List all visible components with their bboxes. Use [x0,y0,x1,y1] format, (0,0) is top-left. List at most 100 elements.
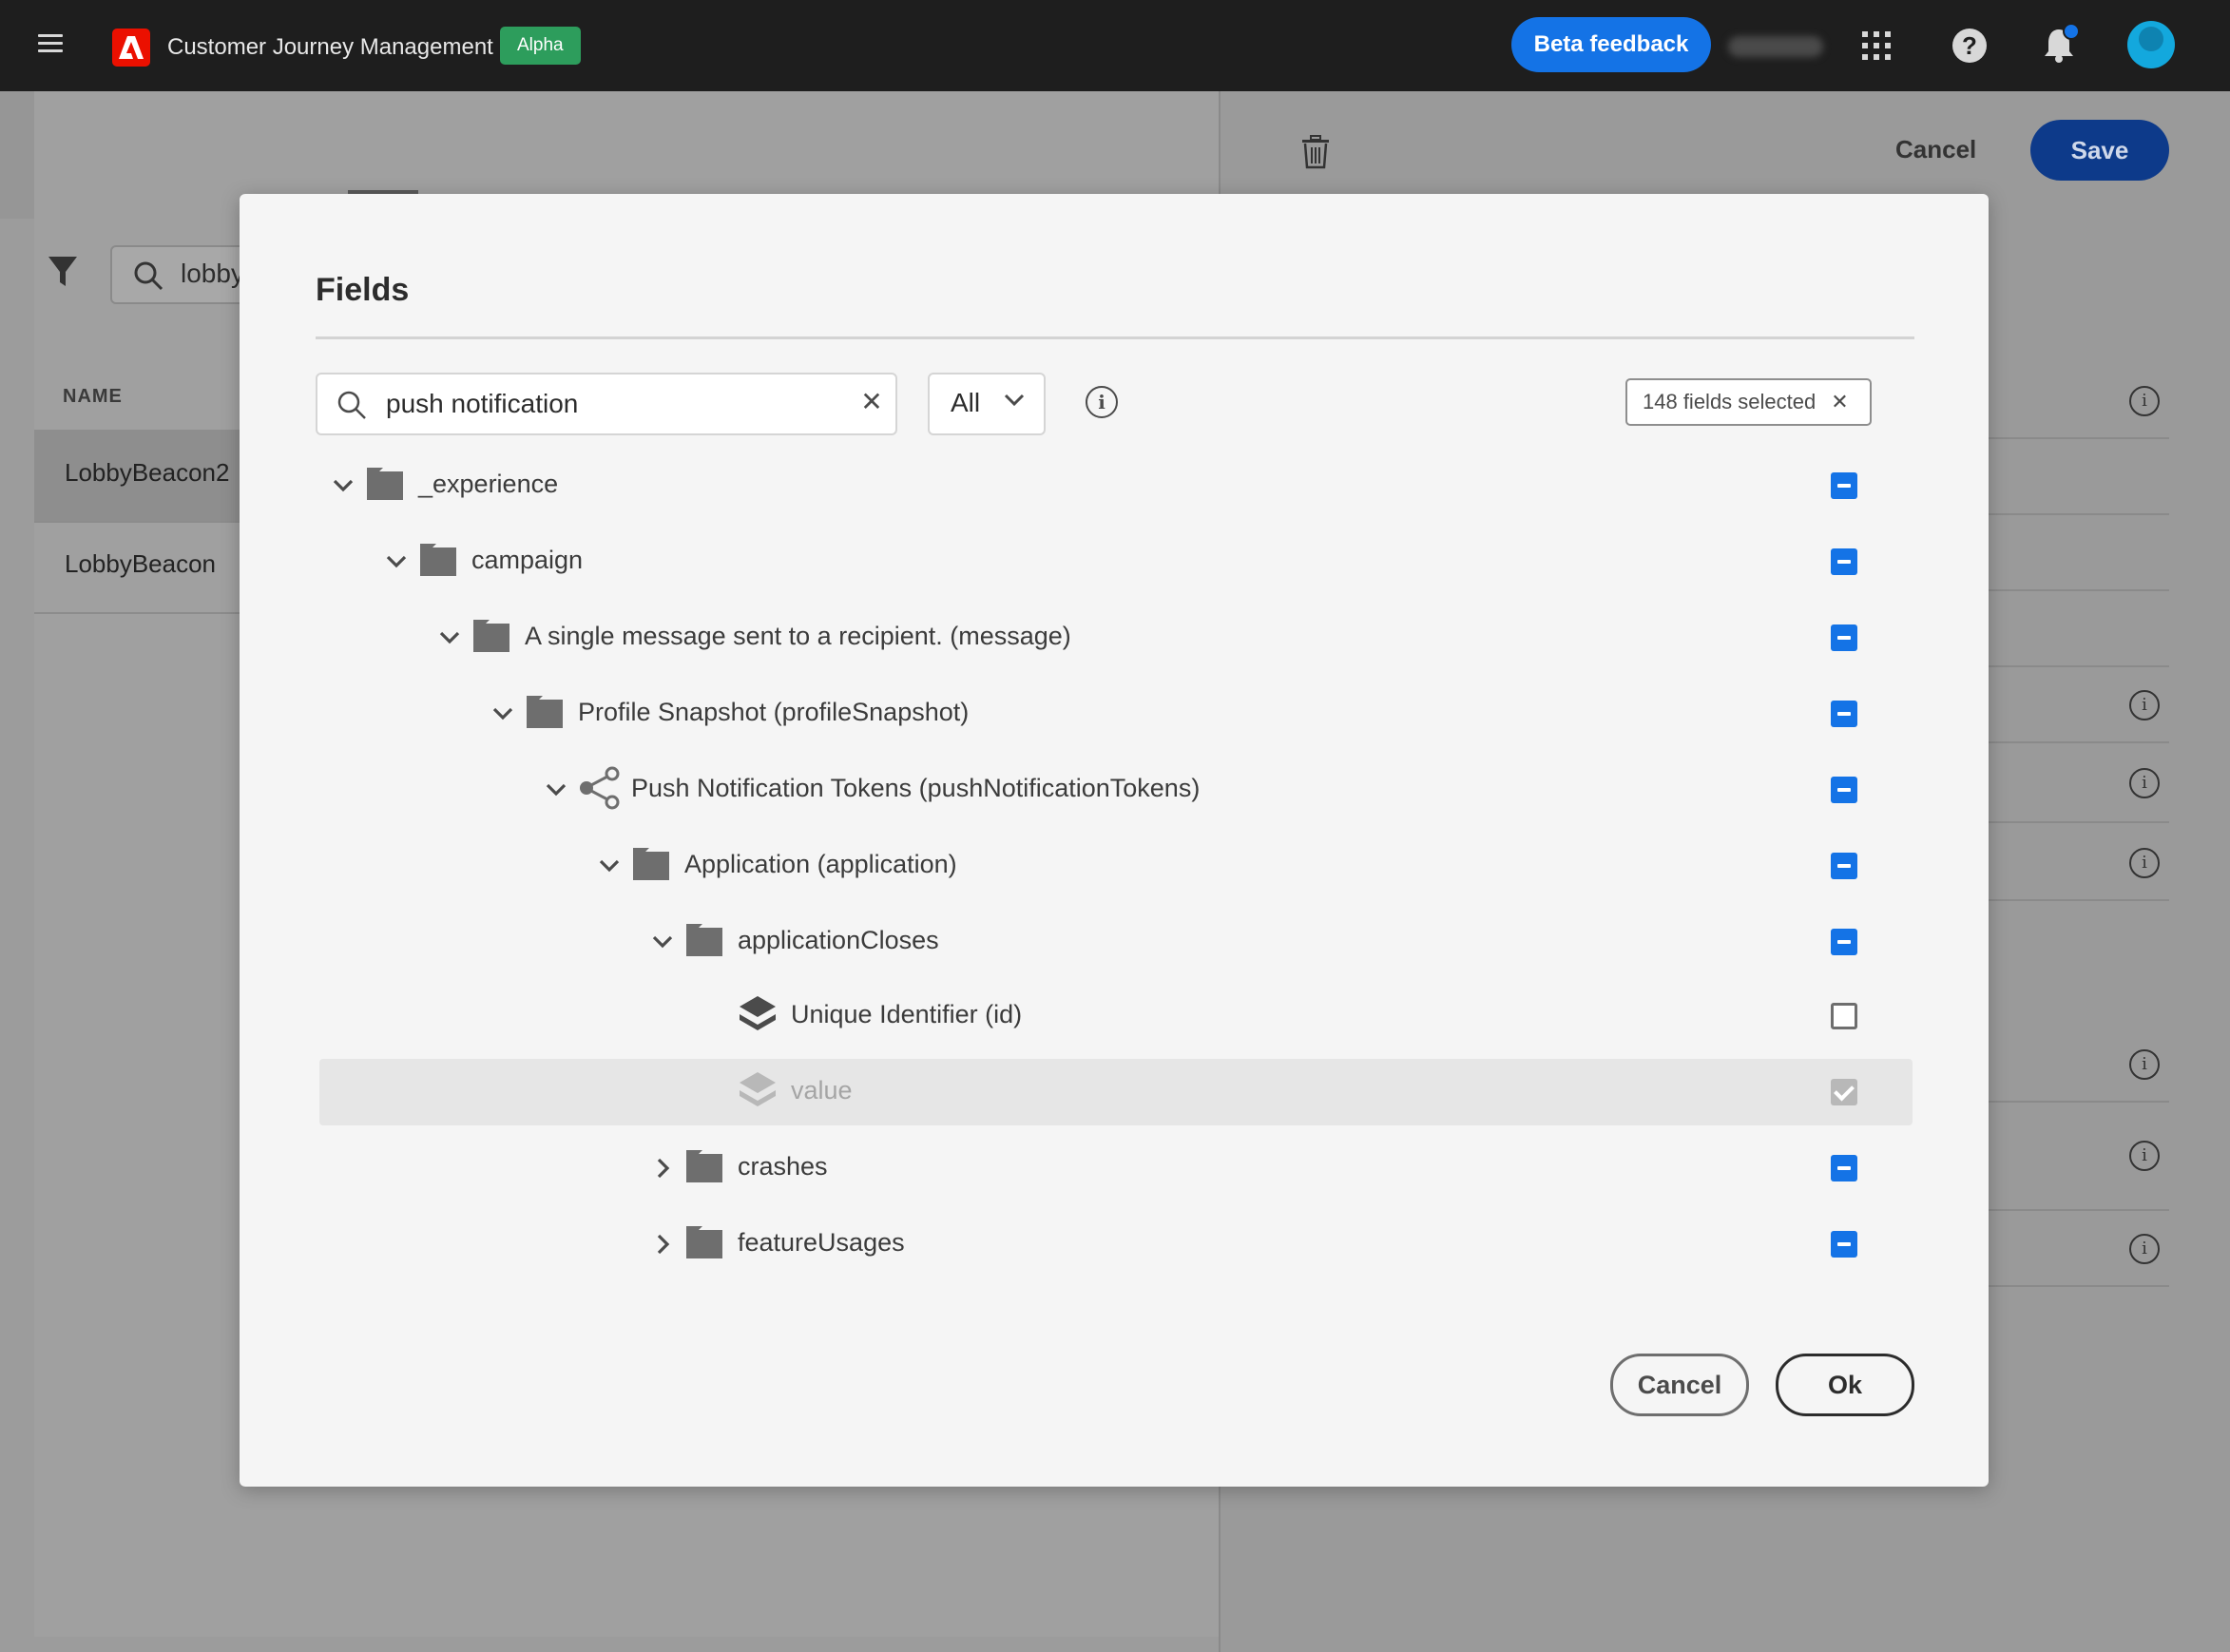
fields-search-input[interactable] [384,386,844,422]
dialog-divider [316,336,1914,339]
field-checkbox[interactable] [1831,624,1857,651]
share-icon [578,766,620,810]
tree-row-label: value [791,1076,853,1105]
info-icon[interactable]: i [2129,1234,2160,1264]
chevron-down-icon[interactable] [544,778,568,802]
tree-row[interactable]: Unique Identifier (id) [319,983,1913,1049]
folder-icon [418,542,458,578]
search-icon [337,391,366,419]
layers-icon [738,1070,778,1106]
tree-row[interactable]: value [319,1059,1913,1125]
divider [1983,513,2169,515]
tree-row-label: Push Notification Tokens (pushNotificati… [631,774,1201,802]
background-save-button[interactable]: Save [2030,120,2169,181]
app-title: Customer Journey Management [167,34,493,60]
field-checkbox[interactable] [1831,929,1857,955]
tree-row[interactable]: A single message sent to a recipient. (m… [319,605,1913,671]
divider [1983,665,2169,667]
clear-search-icon[interactable]: ✕ [857,388,886,416]
hamburger-menu-icon[interactable] [38,34,63,53]
layers-icon [738,994,778,1030]
field-checkbox[interactable] [1831,1003,1857,1029]
field-checkbox[interactable] [1831,1155,1857,1181]
list-item[interactable]: LobbyBeacon2 [34,430,253,523]
background-cancel-button[interactable]: Cancel [1895,135,1976,164]
tree-row[interactable]: Profile Snapshot (profileSnapshot) [319,681,1913,747]
info-icon[interactable]: i [2129,848,2160,878]
top-bar: Customer Journey Management Alpha Beta f… [0,0,2230,91]
field-checkbox[interactable] [1831,548,1857,575]
trash-icon[interactable] [1300,135,1331,169]
search-icon [134,261,163,291]
org-switcher[interactable] [1728,36,1823,57]
field-checkbox[interactable] [1831,472,1857,499]
tree-row[interactable]: campaign [319,528,1913,595]
info-icon[interactable]: i [2129,386,2160,416]
tree-row[interactable]: featureUsages [319,1211,1913,1277]
field-checkbox [1831,1079,1857,1105]
chevron-down-icon[interactable] [597,854,622,878]
info-icon[interactable]: i [2129,1141,2160,1171]
tree-row[interactable]: crashes [319,1135,1913,1201]
chevron-right-icon[interactable] [650,1156,675,1181]
filter-icon[interactable] [48,255,78,289]
apps-grid-icon[interactable] [1861,30,1892,61]
divider [1983,1285,2169,1287]
list-item[interactable]: LobbyBeacon [34,521,253,614]
list-item-label: LobbyBeacon [65,549,217,578]
tree-row-label: _experience [418,470,559,498]
chevron-down-icon[interactable] [384,549,409,574]
list-item-label: LobbyBeacon2 [65,458,230,487]
fields-search-box[interactable]: ✕ [316,373,897,435]
tree-row-label: A single message sent to a recipient. (m… [525,622,1071,650]
dialog-cancel-button[interactable]: Cancel [1610,1354,1749,1416]
divider [1983,741,2169,743]
fields-dialog: Fields ✕ All i 148 fields selected ✕ Canc… [240,194,1989,1487]
info-icon[interactable]: i [2129,690,2160,720]
tree-row-label: Unique Identifier (id) [791,1000,1023,1028]
dialog-title: Fields [316,272,410,308]
field-checkbox[interactable] [1831,1231,1857,1258]
chevron-down-icon[interactable] [490,701,515,726]
folder-icon [684,1224,724,1260]
dialog-ok-button[interactable]: Ok [1776,1354,1914,1416]
tree-row[interactable]: applicationCloses [319,909,1913,975]
folder-icon [684,922,724,958]
tree-row[interactable]: Application (application) [319,833,1913,899]
field-filter-dropdown[interactable]: All [928,373,1046,435]
tree-row-label: featureUsages [738,1228,905,1257]
adobe-logo-icon[interactable] [112,29,150,67]
field-checkbox[interactable] [1831,701,1857,727]
info-icon[interactable]: i [2129,1049,2160,1080]
field-checkbox[interactable] [1831,777,1857,803]
dropdown-value: All [951,388,981,417]
help-icon[interactable]: ? [1952,29,1987,63]
tree-row-label: Application (application) [684,850,957,878]
info-icon[interactable]: i [1086,386,1118,418]
chevron-down-icon[interactable] [331,473,356,498]
info-icon[interactable]: i [2129,768,2160,798]
tree-row-label: campaign [471,546,584,574]
user-avatar[interactable] [2127,21,2175,68]
beta-feedback-button[interactable]: Beta feedback [1511,17,1711,72]
divider [1983,1101,2169,1103]
divider [1983,437,2169,439]
chevron-right-icon[interactable] [650,1232,675,1257]
tree-row[interactable]: Push Notification Tokens (pushNotificati… [319,757,1913,823]
folder-icon [525,694,565,730]
background-search-value: lobby [181,259,244,288]
tree-row[interactable]: _experience [319,452,1913,519]
chevron-down-icon[interactable] [437,625,462,650]
alpha-badge: Alpha [500,27,581,65]
fields-selected-tag[interactable]: 148 fields selected ✕ [1625,378,1872,426]
tree-row-label: applicationCloses [738,926,939,954]
close-icon[interactable]: ✕ [1831,380,1848,424]
chevron-down-icon [1004,394,1025,407]
column-header-name: NAME [63,386,123,407]
field-checkbox[interactable] [1831,853,1857,879]
chevron-down-icon[interactable] [650,930,675,954]
notification-dot [2063,23,2080,40]
divider [1983,899,2169,901]
fields-selected-count: 148 fields selected [1643,390,1817,413]
folder-icon [684,1148,724,1184]
